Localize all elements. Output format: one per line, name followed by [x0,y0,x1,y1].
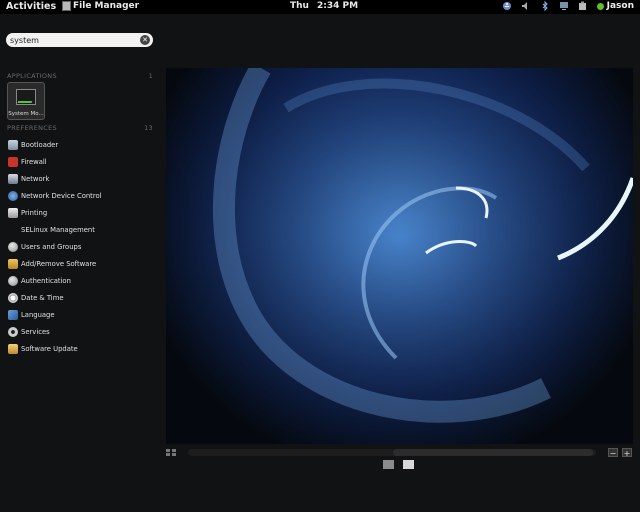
system-tray: Jason [502,1,634,11]
pref-item-label: Software Update [21,344,78,353]
pref-item-language[interactable]: Language [8,306,102,323]
user-menu[interactable]: Jason [596,1,634,11]
applications-header: APPLICATIONS 1 [7,72,153,80]
authentication-icon [8,275,18,286]
network-icon[interactable] [559,1,569,11]
pref-item-label: Language [21,310,55,319]
firewall-icon [8,156,18,167]
pref-item-date-time[interactable]: Date & Time [8,289,102,306]
pref-item-network-device-control[interactable]: Network Device Control [8,187,102,204]
status-available-icon [596,2,604,10]
app-menu-label: File Manager [73,1,140,11]
preferences-header: PREFERENCES 13 [7,124,153,132]
app-menu[interactable]: File Manager [62,1,139,11]
pref-item-printing[interactable]: Printing [8,204,102,221]
pref-item-selinux[interactable]: SELinux Management [8,221,102,238]
clock[interactable]: Thu 2:34 PM [290,1,366,11]
pref-item-label: Printing [21,208,48,217]
scrollbar-thumb[interactable] [393,449,593,456]
zoom-out-button[interactable]: − [608,448,618,458]
applications-title: APPLICATIONS [7,72,57,80]
clear-search-icon[interactable]: ✕ [140,35,150,45]
clock-time: 2:34 PM [316,1,359,11]
zoom-in-button[interactable]: + [622,448,632,458]
services-icon [8,326,18,337]
software-icon [8,258,18,269]
pref-item-firewall[interactable]: Firewall [8,153,102,170]
search-input[interactable] [10,35,130,45]
workspace-scrollbar[interactable] [188,449,596,456]
app-tile-label: System Mo... [8,111,44,117]
accessibility-icon[interactable] [502,1,512,11]
clock-day: Thu [290,1,309,11]
preferences-count: 13 [144,124,153,132]
preferences-title: PREFERENCES [7,124,57,132]
system-monitor-icon [16,89,36,105]
pref-item-label: Date & Time [21,293,64,302]
file-manager-icon [62,1,71,11]
pref-item-bootloader[interactable]: Bootloader [8,136,102,153]
pref-item-label: Network [21,174,50,183]
workspace-preview[interactable] [166,68,633,444]
pref-item-label: Bootloader [21,140,59,149]
bluetooth-icon[interactable] [540,1,550,11]
pref-item-services[interactable]: Services [8,323,102,340]
workspace-grid-icon[interactable] [166,449,177,457]
users-icon [8,241,18,252]
applications-count: 1 [148,72,153,80]
language-icon [8,309,18,320]
app-tile-system-monitor[interactable]: System Mo... [7,82,45,120]
pref-item-label: Services [21,327,50,336]
pref-item-label: Users and Groups [21,242,82,251]
search-box[interactable]: ✕ [6,33,153,47]
clock-icon [8,292,18,303]
selinux-icon [8,225,18,235]
workspace-indicator-2[interactable] [403,460,414,469]
wallpaper-swirl [166,68,633,444]
pref-item-label: Firewall [21,157,47,166]
network-icon [8,173,18,184]
activities-button[interactable]: Activities [6,1,56,12]
pref-item-users-and-groups[interactable]: Users and Groups [8,238,102,255]
bootloader-icon [8,139,18,150]
workspace-indicator-1[interactable] [383,460,394,469]
pref-item-label: Network Device Control [21,191,102,200]
software-update-icon [8,343,18,354]
pref-item-add-remove-software[interactable]: Add/Remove Software [8,255,102,272]
pref-item-label: Add/Remove Software [21,259,97,268]
preferences-list: Bootloader Firewall Network Network Devi… [8,136,102,357]
pref-item-network[interactable]: Network [8,170,102,187]
battery-icon[interactable] [578,1,588,11]
pref-item-authentication[interactable]: Authentication [8,272,102,289]
top-panel: Activities File Manager Thu 2:34 PM Jason [0,0,640,14]
volume-icon[interactable] [521,1,531,11]
printer-icon [8,207,18,218]
network-device-icon [8,190,18,201]
pref-item-label: Authentication [21,276,71,285]
user-name: Jason [606,1,634,11]
pref-item-label: SELinux Management [21,225,95,234]
pref-item-software-update[interactable]: Software Update [8,340,102,357]
